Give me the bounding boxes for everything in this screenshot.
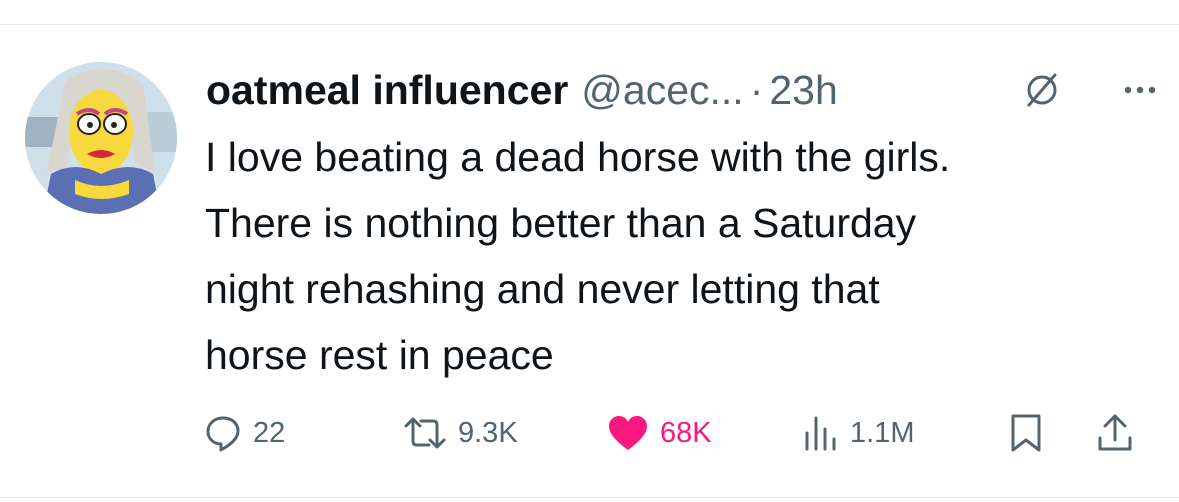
top-divider <box>0 24 1179 25</box>
tweet-header: oatmeal influencer @acec... · 23h <box>206 64 838 116</box>
repost-count: 9.3K <box>458 416 518 449</box>
reply-icon <box>206 416 240 452</box>
avatar[interactable] <box>25 62 177 214</box>
tweet-text: I love beating a dead horse with the gir… <box>205 124 1165 388</box>
bookmark-button[interactable] <box>1006 410 1046 456</box>
display-name[interactable]: oatmeal influencer <box>206 64 568 116</box>
more-icon[interactable] <box>1120 70 1160 110</box>
like-count: 68K <box>660 416 712 449</box>
tweet-text-line: There is nothing better than a Saturday <box>205 200 917 246</box>
bookmark-icon <box>1011 414 1041 452</box>
heart-icon <box>609 416 647 450</box>
views-button[interactable]: 1.1M <box>800 410 914 456</box>
reply-count: 22 <box>253 416 286 449</box>
grok-icon[interactable] <box>1022 70 1062 110</box>
tweet-text-line: I love beating a dead horse with the gir… <box>205 134 951 180</box>
reply-button[interactable]: 22 <box>203 410 285 456</box>
share-button[interactable] <box>1095 410 1135 456</box>
tweet-text-line: night rehashing and never letting that <box>205 266 880 312</box>
repost-button[interactable]: 9.3K <box>402 410 518 456</box>
header-icons <box>1022 70 1160 110</box>
views-count: 1.1M <box>850 416 915 449</box>
views-icon <box>805 416 836 451</box>
timestamp[interactable]: 23h <box>769 64 837 116</box>
avatar-image <box>25 62 177 214</box>
user-handle[interactable]: @acec... <box>581 64 743 116</box>
bottom-divider <box>0 497 1179 498</box>
tweet-text-line: horse rest in peace <box>205 332 554 378</box>
like-button[interactable]: 68K <box>606 410 712 456</box>
separator-dot: · <box>749 67 764 113</box>
share-icon <box>1098 414 1132 451</box>
repost-icon <box>404 417 446 449</box>
